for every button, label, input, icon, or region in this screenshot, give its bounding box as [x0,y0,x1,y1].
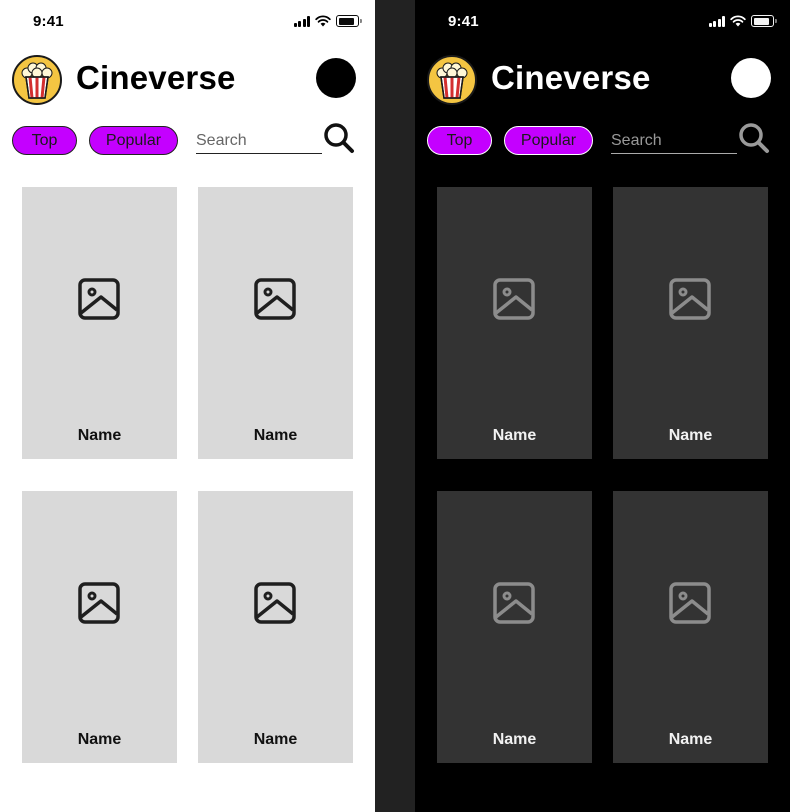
movie-card[interactable]: Name [613,187,768,459]
filter-chip-top[interactable]: Top [12,126,77,155]
filter-chip-top[interactable]: Top [427,126,492,155]
movie-card-name: Name [77,427,122,444]
search-icon[interactable] [323,122,355,154]
image-placeholder-icon [493,582,535,624]
movie-card[interactable]: Name [437,491,592,763]
movie-card-name: Name [668,427,713,444]
app-title: Cineverse [76,59,236,96]
image-placeholder-icon [254,582,296,624]
movie-card-name: Name [492,427,537,444]
wifi-icon [730,15,746,27]
avatar[interactable] [316,58,356,98]
status-time: 9:41 [448,13,479,30]
image-placeholder-icon [254,278,296,320]
movie-card[interactable]: Name [22,187,177,459]
cellular-signal-icon [708,15,725,27]
movie-card[interactable]: Name [198,187,353,459]
movie-card-name: Name [253,731,298,748]
movie-card[interactable]: Name [198,491,353,763]
movie-card-name: Name [668,731,713,748]
movie-card[interactable]: Name [22,491,177,763]
search-icon[interactable] [738,122,770,154]
dark-screen: 9:41 Cineverse Top Popular Search Name N… [415,0,790,812]
image-placeholder-icon [78,582,120,624]
battery-icon [751,15,777,27]
movie-card-name: Name [77,731,122,748]
search-placeholder: Search [611,132,662,149]
image-placeholder-icon [669,582,711,624]
avatar[interactable] [731,58,771,98]
app-title: Cineverse [491,59,651,96]
search-placeholder: Search [196,132,247,149]
movie-card[interactable]: Name [437,187,592,459]
light-screen: 9:41 Cineverse Top Popular Search Name N… [0,0,375,812]
status-icons [293,15,362,27]
popcorn-icon [12,55,62,105]
cellular-signal-icon [293,15,310,27]
filter-chip-popular[interactable]: Popular [89,126,178,155]
wifi-icon [315,15,331,27]
search-input[interactable]: Search [611,130,737,154]
movie-card-name: Name [492,731,537,748]
image-placeholder-icon [78,278,120,320]
status-time: 9:41 [33,13,64,30]
image-placeholder-icon [493,278,535,320]
movie-card-name: Name [253,427,298,444]
search-input[interactable]: Search [196,130,322,154]
popcorn-icon [427,55,477,105]
image-placeholder-icon [669,278,711,320]
status-icons [708,15,777,27]
filter-chip-popular[interactable]: Popular [504,126,593,155]
movie-card[interactable]: Name [613,491,768,763]
battery-icon [336,15,362,27]
